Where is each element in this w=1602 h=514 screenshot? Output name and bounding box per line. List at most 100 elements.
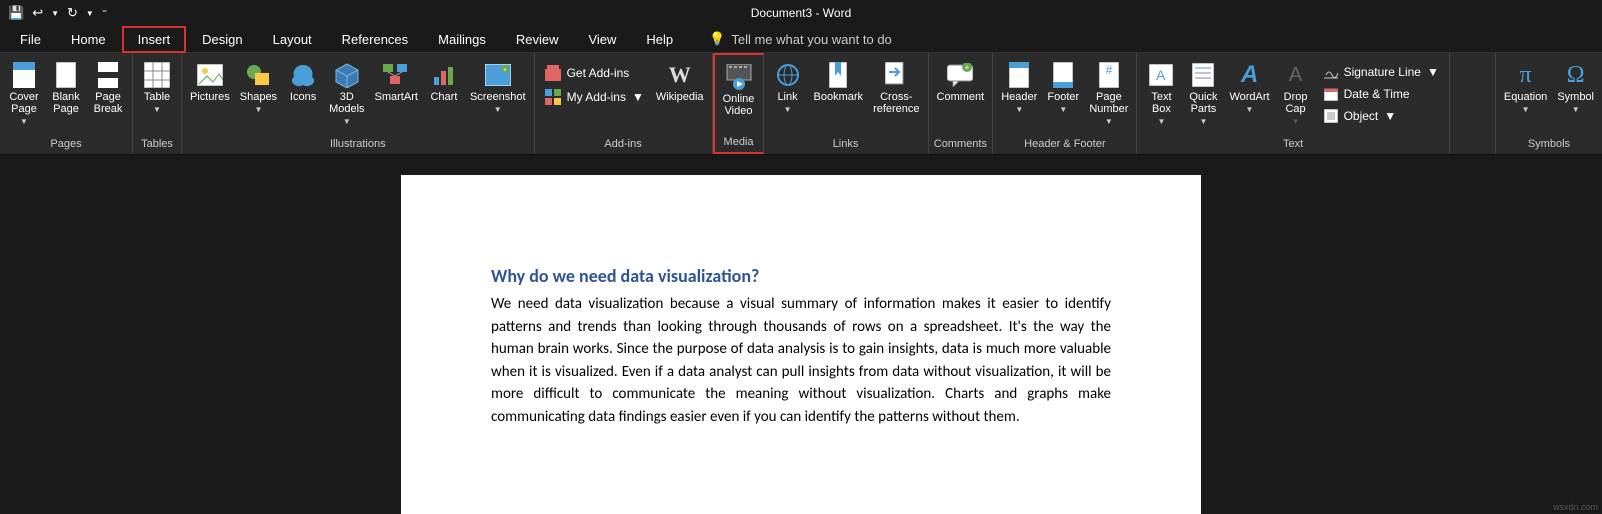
tab-design[interactable]: Design <box>188 28 256 51</box>
equation-icon: π <box>1510 61 1542 89</box>
link-button[interactable]: Link ▼ <box>768 59 808 116</box>
icons-icon <box>287 61 319 89</box>
signature-icon <box>1324 65 1338 79</box>
page-number-button[interactable]: # Page Number ▼ <box>1085 59 1132 128</box>
comment-button[interactable]: + Comment <box>933 59 989 105</box>
comment-icon: + <box>944 61 976 89</box>
chevron-down-icon: ▼ <box>632 90 644 104</box>
svg-text:+: + <box>503 67 507 74</box>
date-time-label: Date & Time <box>1344 87 1410 101</box>
chevron-down-icon: ▼ <box>20 117 28 126</box>
bookmark-icon <box>822 61 854 89</box>
shapes-button[interactable]: Shapes ▼ <box>236 59 281 116</box>
document-page[interactable]: Why do we need data visualization? We ne… <box>401 175 1201 514</box>
group-label-tables: Tables <box>137 138 177 152</box>
screenshot-icon: + <box>482 61 514 89</box>
svg-text:+: + <box>965 63 970 72</box>
tab-layout[interactable]: Layout <box>259 28 326 51</box>
tab-review[interactable]: Review <box>502 28 573 51</box>
signature-line-button[interactable]: Signature Line ▼ <box>1318 63 1445 81</box>
group-symbols: π Equation ▼ Ω Symbol ▼ Symbols <box>1496 53 1602 154</box>
text-box-button[interactable]: A Text Box ▼ <box>1141 59 1181 128</box>
chevron-down-icon: ▼ <box>1246 105 1254 114</box>
wikipedia-label: Wikipedia <box>656 91 704 103</box>
wikipedia-button[interactable]: W Wikipedia <box>652 59 708 105</box>
pictures-icon <box>194 61 226 89</box>
get-addins-label: Get Add-ins <box>567 66 630 80</box>
equation-button[interactable]: π Equation ▼ <box>1500 59 1551 116</box>
group-label-pages: Pages <box>4 138 128 152</box>
header-label: Header <box>1001 91 1037 103</box>
object-button[interactable]: Object ▼ <box>1318 107 1445 125</box>
group-comments: + Comment Comments <box>929 53 994 154</box>
document-area[interactable]: Why do we need data visualization? We ne… <box>0 155 1602 514</box>
group-header-footer: Header ▼ Footer ▼ # Page Number ▼ Header… <box>993 53 1137 154</box>
wordart-button[interactable]: A WordArt ▼ <box>1225 59 1273 116</box>
table-button[interactable]: Table ▼ <box>137 59 177 116</box>
page-number-icon: # <box>1093 61 1125 89</box>
redo-icon[interactable]: ↻ <box>67 5 78 21</box>
cross-reference-button[interactable]: Cross- reference <box>869 59 923 117</box>
page-break-button[interactable]: Page Break <box>88 59 128 117</box>
caret-down-icon[interactable]: ▼ <box>86 9 94 18</box>
object-icon <box>1324 109 1338 123</box>
get-addins-button[interactable]: Get Add-ins <box>539 63 650 83</box>
smartart-button[interactable]: SmartArt <box>371 59 422 105</box>
chevron-down-icon: ▼ <box>494 105 502 114</box>
online-video-button[interactable]: Online Video <box>719 61 759 119</box>
my-addins-button[interactable]: My Add-ins ▼ <box>539 87 650 107</box>
group-label-comments: Comments <box>933 138 989 152</box>
bookmark-button[interactable]: Bookmark <box>810 59 868 105</box>
addins-icon <box>545 89 561 105</box>
wordart-icon: A <box>1234 61 1266 89</box>
caret-down-icon[interactable]: ▼ <box>51 9 59 18</box>
customize-qat-icon[interactable]: ⁼ <box>102 8 107 19</box>
chevron-down-icon: ▼ <box>1384 109 1396 123</box>
comment-label: Comment <box>937 91 985 103</box>
header-button[interactable]: Header ▼ <box>997 59 1041 116</box>
tab-help[interactable]: Help <box>632 28 687 51</box>
blank-page-icon <box>50 61 82 89</box>
tell-me-search[interactable]: 💡 Tell me what you want to do <box>709 31 892 47</box>
footer-icon <box>1047 61 1079 89</box>
symbol-icon: Ω <box>1560 61 1592 89</box>
undo-icon[interactable]: ↩ <box>32 5 43 21</box>
smartart-label: SmartArt <box>375 91 418 103</box>
footer-button[interactable]: Footer ▼ <box>1043 59 1083 116</box>
bookmark-label: Bookmark <box>814 91 864 103</box>
screenshot-label: Screenshot <box>470 91 526 103</box>
cover-page-button[interactable]: Cover Page ▼ <box>4 59 44 128</box>
tab-insert[interactable]: Insert <box>122 26 187 53</box>
wordart-label: WordArt <box>1229 91 1269 103</box>
screenshot-button[interactable]: + Screenshot ▼ <box>466 59 530 116</box>
tab-references[interactable]: References <box>328 28 422 51</box>
chart-button[interactable]: Chart <box>424 59 464 105</box>
icons-label: Icons <box>290 91 316 103</box>
date-time-button[interactable]: Date & Time <box>1318 85 1445 103</box>
blank-page-button[interactable]: Blank Page <box>46 59 86 117</box>
drop-cap-button[interactable]: A Drop Cap ▼ <box>1276 59 1316 128</box>
tab-file[interactable]: File <box>6 28 55 51</box>
icons-button[interactable]: Icons <box>283 59 323 105</box>
tab-mailings[interactable]: Mailings <box>424 28 500 51</box>
chevron-down-icon: ▼ <box>1059 105 1067 114</box>
symbol-button[interactable]: Ω Symbol ▼ <box>1553 59 1598 116</box>
3d-models-button[interactable]: 3D Models ▼ <box>325 59 368 128</box>
page-break-label: Page Break <box>94 91 123 115</box>
quick-parts-button[interactable]: Quick Parts ▼ <box>1183 59 1223 128</box>
save-icon[interactable]: 💾 <box>8 5 24 21</box>
signature-line-label: Signature Line <box>1344 65 1421 79</box>
shapes-icon <box>242 61 274 89</box>
drop-cap-icon: A <box>1280 61 1312 89</box>
link-label: Link <box>777 91 797 103</box>
chevron-down-icon: ▼ <box>1105 117 1113 126</box>
tab-home[interactable]: Home <box>57 28 120 51</box>
pictures-button[interactable]: Pictures <box>186 59 234 105</box>
document-heading: Why do we need data visualization? <box>491 265 1111 287</box>
chart-icon <box>428 61 460 89</box>
chevron-down-icon: ▼ <box>153 105 161 114</box>
object-label: Object <box>1344 109 1379 123</box>
tab-view[interactable]: View <box>574 28 630 51</box>
chart-label: Chart <box>430 91 457 103</box>
quick-parts-icon <box>1187 61 1219 89</box>
